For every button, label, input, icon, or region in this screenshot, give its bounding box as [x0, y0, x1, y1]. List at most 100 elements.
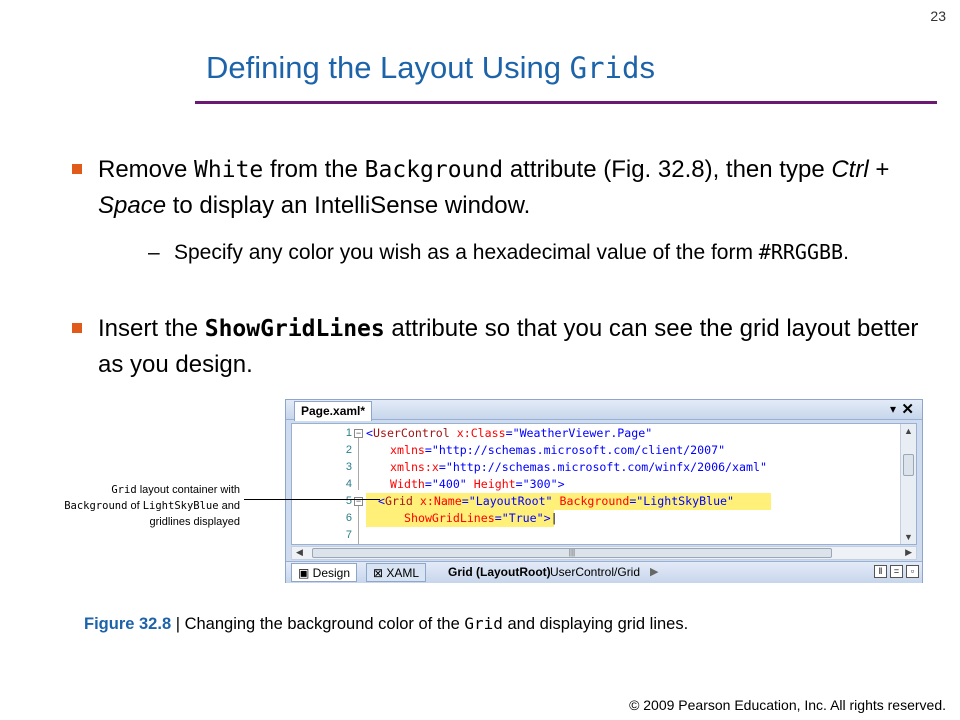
bullet-square-icon: [72, 323, 82, 333]
line-number: 7: [345, 529, 352, 541]
callout-line-3: gridlines displayed: [149, 516, 241, 528]
horizontal-split-icon[interactable]: =: [890, 565, 903, 578]
code-token: Height: [466, 477, 516, 491]
text-run: Specify any color you wish as a hexadeci…: [174, 241, 759, 264]
text-run: and displaying grid lines.: [502, 615, 689, 633]
horizontal-scroll-thumb[interactable]: |||: [312, 548, 832, 558]
text-run: of: [127, 500, 143, 512]
code-token: <: [378, 494, 385, 508]
bullet-1: Remove White from the Background attribu…: [72, 152, 958, 223]
code-token: =: [515, 477, 523, 491]
code-token: xmlns: [390, 443, 425, 457]
tab-design[interactable]: ▣ Design: [291, 563, 358, 582]
vertical-scrollbar[interactable]: ▲ ▼: [900, 424, 916, 544]
code-token: "400": [431, 477, 467, 491]
title-suffix: s: [639, 50, 655, 85]
code-line-6: ShowGridLines="True">|: [404, 510, 558, 527]
code-run: White: [194, 157, 264, 183]
vertical-split-icon[interactable]: ‖: [874, 565, 887, 578]
code-token: UserControl: [372, 426, 450, 440]
scroll-right-icon[interactable]: ▶: [905, 547, 912, 558]
code-token: xmlns:x: [390, 460, 439, 474]
text-run: Changing the background color of the: [184, 615, 465, 633]
horizontal-scrollbar[interactable]: ◀ ||| ▶: [291, 546, 917, 560]
sub-bullet-1: – Specify any color you wish as a hexade…: [148, 237, 934, 268]
code-token: "http://schemas.microsoft.com/winfx/2006…: [445, 460, 767, 474]
code-run: Background: [64, 500, 128, 512]
code-token: ShowGridLines: [404, 511, 495, 525]
callout-line-1: Grid layout container with: [8, 482, 240, 498]
code-token: x:Name: [412, 494, 462, 508]
breadcrumb-grid-layoutroot[interactable]: Grid (LayoutRoot): [448, 565, 551, 579]
italic-run: Ctrl: [831, 156, 869, 183]
bullet-2: Insert the ShowGridLines attribute so th…: [72, 311, 938, 382]
figure-callout: Grid layout container with Background of…: [8, 482, 240, 530]
tab-xaml-label: XAML: [386, 566, 420, 580]
tab-xaml[interactable]: ⊠ XAML: [366, 563, 427, 582]
view-switcher-bar: ▣ Design ⊠ XAML Grid (LayoutRoot) UserCo…: [286, 561, 922, 583]
title-divider: [195, 101, 937, 104]
scroll-left-icon[interactable]: ◀: [296, 547, 303, 558]
code-token: >: [543, 511, 551, 525]
collapse-pane-icon[interactable]: ▫: [906, 565, 919, 578]
code-token: "http://schemas.microsoft.com/client/200…: [431, 443, 726, 457]
code-token: "WeatherViewer.Page": [512, 426, 653, 440]
close-icon[interactable]: ✕: [901, 400, 914, 418]
line-number: 3: [345, 461, 352, 473]
text-run: +: [868, 156, 890, 183]
code-token: "LightSkyBlue": [636, 494, 735, 508]
code-line-4: Width="400" Height="300">: [390, 476, 565, 493]
text-run: Remove: [98, 156, 195, 183]
code-line-2: xmlns="http://schemas.microsoft.com/clie…: [390, 442, 725, 459]
code-run: LightSkyBlue: [142, 500, 219, 512]
dropdown-arrow-icon[interactable]: ▾: [890, 402, 896, 416]
callout-line-2: Background of LightSkyBlue and: [8, 498, 240, 514]
slide-title: Defining the Layout Using Grids: [206, 50, 655, 86]
document-tab-page-xaml[interactable]: Page.xaml*: [294, 401, 373, 421]
text-run: Insert the: [98, 315, 205, 342]
code-line-1: <UserControl x:Class="WeatherViewer.Page…: [366, 425, 652, 442]
text-run: from the: [263, 156, 365, 183]
scroll-up-icon[interactable]: ▲: [904, 426, 913, 436]
page-number: 23: [930, 8, 946, 24]
code-token: Grid: [384, 494, 413, 508]
text-run: .: [843, 241, 849, 264]
vertical-scroll-thumb[interactable]: [903, 454, 914, 476]
code-run: Grid: [464, 614, 503, 633]
code-token: "True": [501, 511, 544, 525]
line-number: 5: [345, 495, 352, 507]
text-run: layout container with: [136, 484, 240, 496]
code-token: >: [557, 477, 565, 491]
copyright-notice: © 2009 Pearson Education, Inc. All right…: [629, 697, 946, 713]
code-token: =: [424, 477, 432, 491]
italic-run: Space: [98, 192, 167, 219]
collapse-icon[interactable]: −: [354, 429, 363, 438]
xaml-view-icon: ⊠: [373, 566, 387, 580]
text-run: attribute (Fig. 32.8), then type: [503, 156, 832, 183]
breadcrumb-path[interactable]: UserControl/Grid: [550, 565, 640, 579]
code-run: ShowGridLines: [204, 316, 385, 342]
code-run: Grid: [111, 484, 137, 496]
bullet-1-text: Remove White from the Background attribu…: [98, 152, 958, 223]
line-number: 2: [345, 444, 352, 456]
dash-icon: –: [148, 241, 160, 264]
scroll-down-icon[interactable]: ▼: [904, 532, 913, 542]
code-token: "LayoutRoot": [468, 494, 553, 508]
sub-bullet-1-text: Specify any color you wish as a hexadeci…: [174, 237, 934, 268]
code-token: Width: [390, 477, 425, 491]
code-token: Background: [552, 494, 630, 508]
code-editor[interactable]: 1 2 3 4 5 6 7 − − <UserControl x:Class="…: [291, 423, 917, 545]
line-number: 1: [345, 427, 352, 439]
code-token: =: [424, 443, 432, 457]
text-run: to display an IntelliSense window.: [166, 192, 531, 219]
fold-guide: [358, 506, 359, 544]
caption-separator: |: [171, 615, 185, 633]
code-token: =: [494, 511, 502, 525]
code-line-5: <Grid x:Name="LayoutRoot" Background="Li…: [378, 493, 734, 510]
code-run: #RRGGBB: [758, 240, 844, 264]
title-text: Defining the Layout Using: [206, 50, 570, 85]
code-token: =: [461, 494, 469, 508]
code-token: =: [505, 426, 513, 440]
callout-leader-line: [244, 499, 380, 500]
breadcrumb-arrow-icon[interactable]: ▶: [650, 565, 658, 578]
